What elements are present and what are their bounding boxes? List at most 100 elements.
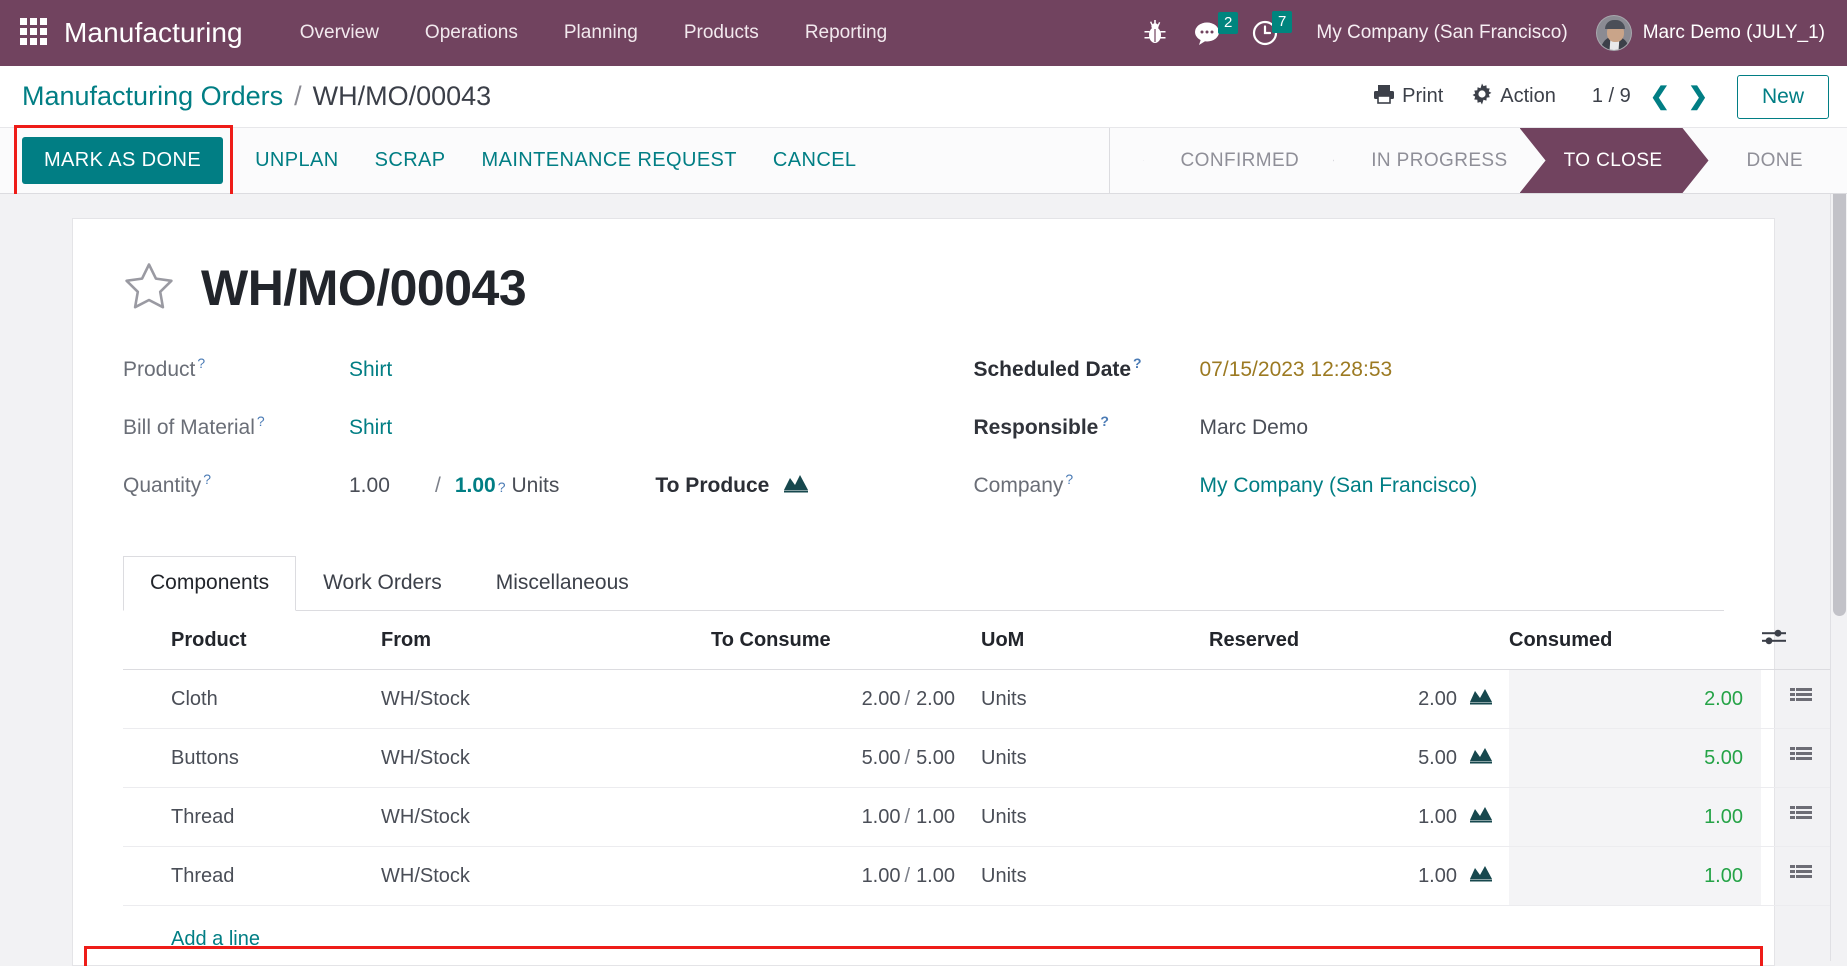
- cell-product[interactable]: Thread: [123, 788, 381, 847]
- table-row[interactable]: Buttons WH/Stock 5.00/5.00 Units 5.00: [123, 729, 1841, 788]
- pager-counter[interactable]: 1 / 9: [1570, 85, 1641, 108]
- help-icon[interactable]: ?: [257, 413, 265, 429]
- maintenance-request-button[interactable]: MAINTENANCE REQUEST: [464, 137, 755, 184]
- column-header-consumed[interactable]: Consumed: [1509, 611, 1761, 670]
- cell-to-consume[interactable]: 2.00/2.00: [711, 670, 971, 729]
- cell-product[interactable]: Buttons: [123, 729, 381, 788]
- field-value-scheduled-date[interactable]: 07/15/2023 12:28:53: [1200, 358, 1393, 382]
- forecast-chart-icon[interactable]: [1469, 745, 1493, 771]
- cell-detail-action[interactable]: [1761, 670, 1841, 729]
- cell-consumed[interactable]: 2.00: [1509, 670, 1761, 729]
- menu-item-products[interactable]: Products: [661, 12, 782, 54]
- stage-done[interactable]: DONE: [1709, 128, 1838, 193]
- scrap-button[interactable]: SCRAP: [357, 137, 464, 184]
- activities-counter[interactable]: 7: [1238, 12, 1292, 54]
- cell-from[interactable]: WH/Stock: [381, 847, 711, 906]
- company-switcher[interactable]: My Company (San Francisco): [1292, 14, 1583, 52]
- quantity-produced[interactable]: 1.00: [349, 474, 435, 498]
- cell-consumed[interactable]: 1.00: [1509, 847, 1761, 906]
- forecast-chart-icon[interactable]: [1469, 804, 1493, 830]
- chevron-right-icon[interactable]: ❯: [1679, 83, 1717, 111]
- tab-work-orders[interactable]: Work Orders: [296, 556, 469, 611]
- apps-grid-icon[interactable]: [20, 18, 50, 48]
- stage-confirmed[interactable]: CONFIRMED: [1143, 128, 1334, 193]
- help-icon[interactable]: ?: [1100, 413, 1109, 429]
- menu-item-operations[interactable]: Operations: [402, 12, 541, 54]
- cell-uom[interactable]: Units: [971, 788, 1209, 847]
- cell-detail-action[interactable]: [1761, 847, 1841, 906]
- stage-in-progress[interactable]: IN PROGRESS: [1333, 128, 1541, 193]
- column-header-uom[interactable]: UoM: [971, 611, 1209, 670]
- forecast-chart-icon[interactable]: [1469, 686, 1493, 712]
- optional-columns-toggle[interactable]: [1761, 611, 1841, 670]
- star-outline-icon[interactable]: [123, 261, 175, 316]
- cell-from[interactable]: WH/Stock: [381, 788, 711, 847]
- table-row[interactable]: Thread WH/Stock 1.00/1.00 Units 1.00: [123, 847, 1841, 906]
- cell-product[interactable]: Cloth: [123, 670, 381, 729]
- unplan-button[interactable]: UNPLAN: [237, 137, 357, 184]
- column-header-product[interactable]: Product: [123, 611, 381, 670]
- forecast-chart-icon[interactable]: [783, 472, 809, 500]
- list-detail-icon[interactable]: [1790, 807, 1812, 829]
- bug-icon[interactable]: [1130, 12, 1180, 54]
- column-header-reserved[interactable]: Reserved: [1209, 611, 1509, 670]
- table-row[interactable]: Thread WH/Stock 1.00/1.00 Units 1.00: [123, 788, 1841, 847]
- add-a-line-button[interactable]: Add a line: [123, 906, 260, 951]
- tab-miscellaneous[interactable]: Miscellaneous: [469, 556, 656, 611]
- cell-reserved[interactable]: 1.00: [1209, 847, 1509, 906]
- sliders-icon[interactable]: [1761, 630, 1787, 652]
- cell-detail-action[interactable]: [1761, 788, 1841, 847]
- help-icon[interactable]: ?: [203, 471, 211, 487]
- quantity-target[interactable]: 1.00: [455, 474, 496, 498]
- mark-as-done-button[interactable]: MARK AS DONE: [22, 137, 223, 184]
- cell-to-consume[interactable]: 1.00/1.00: [711, 847, 971, 906]
- new-button[interactable]: New: [1737, 75, 1829, 119]
- table-row[interactable]: Cloth WH/Stock 2.00/2.00 Units 2.00: [123, 670, 1841, 729]
- cell-consumed[interactable]: 1.00: [1509, 788, 1761, 847]
- cell-uom[interactable]: Units: [971, 670, 1209, 729]
- messages-counter[interactable]: 2: [1180, 13, 1238, 53]
- help-icon[interactable]: ?: [197, 355, 205, 371]
- field-value-responsible[interactable]: Marc Demo: [1200, 416, 1309, 440]
- tab-components[interactable]: Components: [123, 556, 296, 611]
- column-header-to-consume[interactable]: To Consume: [711, 611, 971, 670]
- cell-uom[interactable]: Units: [971, 847, 1209, 906]
- breadcrumb-root[interactable]: Manufacturing Orders: [22, 81, 283, 112]
- cell-reserved[interactable]: 5.00: [1209, 729, 1509, 788]
- scrollbar-thumb[interactable]: [1833, 194, 1846, 616]
- menu-item-reporting[interactable]: Reporting: [782, 12, 910, 54]
- list-detail-icon[interactable]: [1790, 866, 1812, 888]
- cell-reserved[interactable]: 2.00: [1209, 670, 1509, 729]
- cell-consumed[interactable]: 5.00: [1509, 729, 1761, 788]
- field-value-product[interactable]: Shirt: [349, 358, 392, 382]
- chevron-left-icon[interactable]: ❮: [1641, 83, 1679, 111]
- field-value-company[interactable]: My Company (San Francisco): [1200, 474, 1478, 498]
- cell-to-consume[interactable]: 1.00/1.00: [711, 788, 971, 847]
- column-header-from[interactable]: From: [381, 611, 711, 670]
- action-button[interactable]: Action: [1457, 77, 1570, 117]
- help-icon[interactable]: ?: [498, 479, 506, 495]
- forecast-chart-icon[interactable]: [1469, 863, 1493, 889]
- field-value-bill-of-material[interactable]: Shirt: [349, 416, 392, 440]
- cell-from[interactable]: WH/Stock: [381, 670, 711, 729]
- cell-uom[interactable]: Units: [971, 729, 1209, 788]
- menu-item-planning[interactable]: Planning: [541, 12, 661, 54]
- list-detail-icon[interactable]: [1790, 689, 1812, 711]
- list-detail-icon[interactable]: [1790, 748, 1812, 770]
- print-button[interactable]: Print: [1359, 78, 1457, 116]
- cell-from[interactable]: WH/Stock: [381, 729, 711, 788]
- stage-draft[interactable]: DRAFT: [1110, 128, 1143, 193]
- stage-to-close[interactable]: TO CLOSE: [1520, 128, 1709, 193]
- cell-to-consume[interactable]: 5.00/5.00: [711, 729, 971, 788]
- vertical-scrollbar[interactable]: [1830, 194, 1847, 961]
- cell-reserved[interactable]: 1.00: [1209, 788, 1509, 847]
- help-icon[interactable]: ?: [1133, 355, 1142, 371]
- menu-item-overview[interactable]: Overview: [277, 12, 402, 54]
- cancel-button[interactable]: CANCEL: [755, 137, 875, 184]
- to-produce-button[interactable]: To Produce: [655, 472, 809, 500]
- app-brand-manufacturing[interactable]: Manufacturing: [64, 17, 243, 49]
- cell-product[interactable]: Thread: [123, 847, 381, 906]
- help-icon[interactable]: ?: [1065, 471, 1073, 487]
- cell-detail-action[interactable]: [1761, 729, 1841, 788]
- user-menu[interactable]: Marc Demo (JULY_1): [1584, 9, 1829, 57]
